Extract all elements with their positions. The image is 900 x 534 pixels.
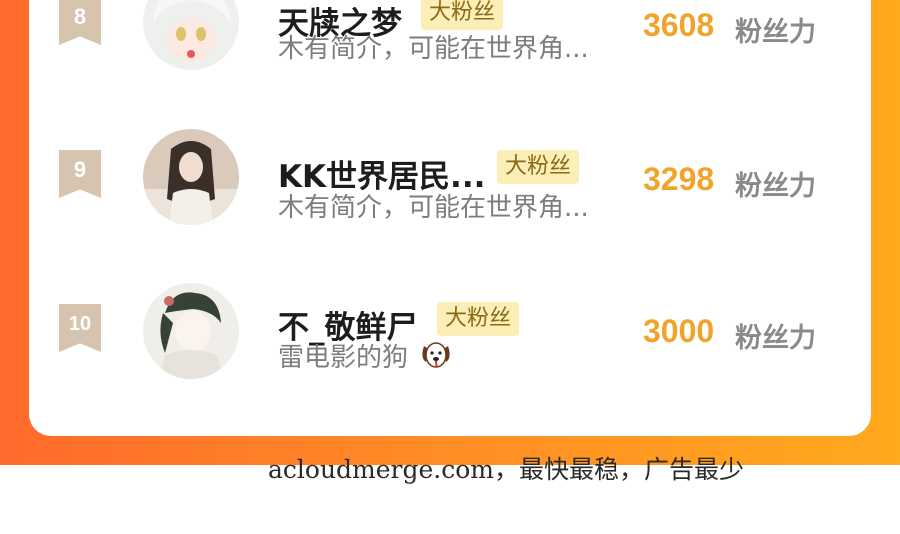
fan-score: 3000 xyxy=(643,313,715,349)
user-description: 雷电影的狗 xyxy=(278,337,452,377)
fan-score: 3608 xyxy=(643,7,715,43)
rank-ribbon: 9 xyxy=(59,150,101,198)
site-watermark: acloudmerge.com，最快最稳，广告最少 xyxy=(268,455,745,484)
rank-ribbon: 8 xyxy=(59,0,101,45)
list-item[interactable]: 9 KK世界居民... 大粉丝 木有简介，可能在世界角... 3298 粉丝力 xyxy=(29,113,871,233)
fan-level-badge: 大粉丝 xyxy=(437,302,520,336)
list-item[interactable]: 10 不_敬鲜尸 大粉丝 雷电影的狗 3000 粉丝力 xyxy=(29,265,871,385)
user-description: 木有简介，可能在世界角... xyxy=(278,34,589,64)
avatar-image xyxy=(143,129,239,225)
fan-score-unit: 粉丝力 xyxy=(735,323,816,354)
fan-score: 3298 xyxy=(643,161,715,197)
user-description: 木有简介，可能在世界角... xyxy=(278,193,589,223)
rank-ribbon: 10 xyxy=(59,304,101,352)
fan-level-badge: 大粉丝 xyxy=(421,0,504,30)
avatar-image xyxy=(143,0,239,70)
avatar[interactable] xyxy=(143,283,239,379)
avatar[interactable] xyxy=(143,0,239,70)
avatar-image xyxy=(143,283,239,379)
fan-ranking-card: 8 天牍之梦 大粉丝 木有简介，可能在世界角... 3608 粉丝力 9 KK世… xyxy=(29,0,871,436)
list-item[interactable]: 8 天牍之梦 大粉丝 木有简介，可能在世界角... 3608 粉丝力 xyxy=(29,0,871,80)
fan-score-unit: 粉丝力 xyxy=(735,17,816,48)
dog-face-icon xyxy=(420,340,452,377)
fan-score-unit: 粉丝力 xyxy=(735,171,816,202)
avatar[interactable] xyxy=(143,129,239,225)
description-text: 雷电影的狗 xyxy=(278,343,409,373)
fan-level-badge: 大粉丝 xyxy=(497,150,580,184)
